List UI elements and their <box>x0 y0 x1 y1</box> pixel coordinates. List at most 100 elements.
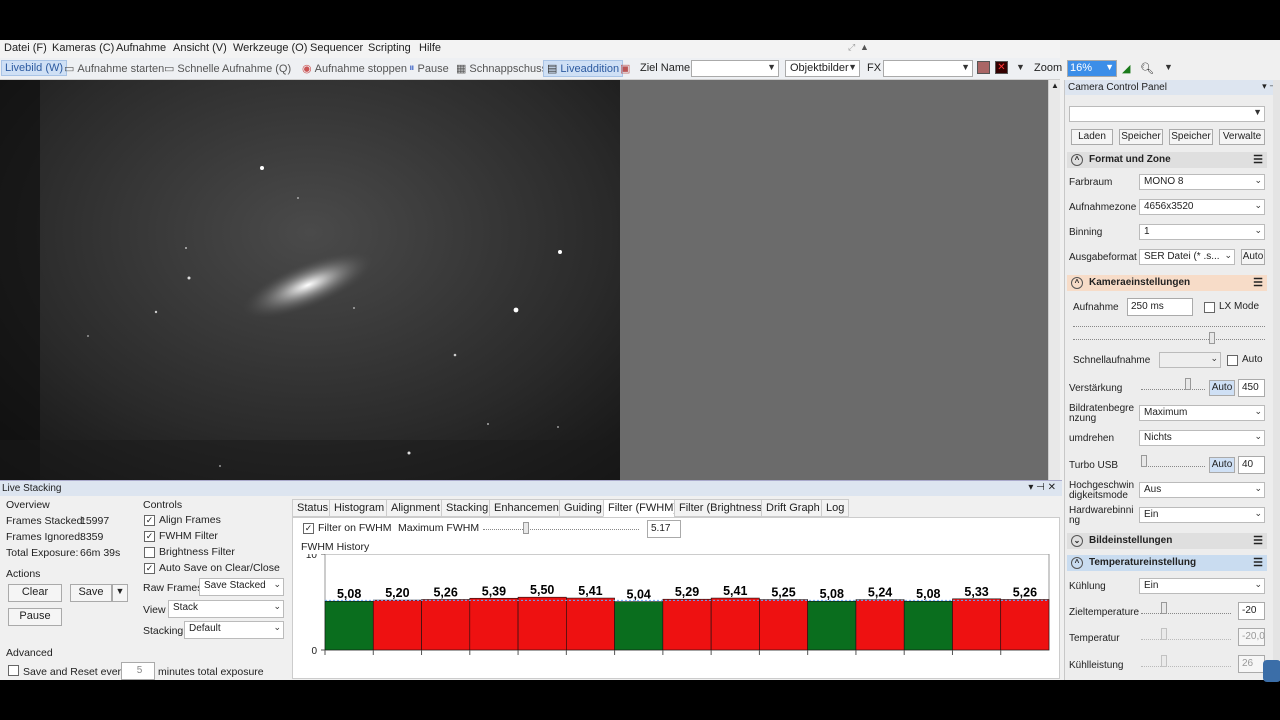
menu-ansicht[interactable]: Ansicht (V) <box>173 42 227 54</box>
menu-icon[interactable]: ☰ <box>1253 534 1263 547</box>
view-select[interactable]: Stack ⌄ <box>168 600 284 618</box>
menu-werkzeuge[interactable]: Werkzeuge (O) <box>233 42 307 54</box>
aufnahme-input[interactable]: 250 ms <box>1127 298 1193 316</box>
laden-button[interactable]: Laden <box>1071 129 1113 145</box>
speicher-button[interactable]: Speicher <box>1119 129 1163 145</box>
menu-scripting[interactable]: Scripting <box>368 42 411 54</box>
chevron-down-icon[interactable]: ⌄ <box>1224 250 1232 261</box>
hardwarebinning-select[interactable]: Ein ⌄ <box>1139 507 1265 523</box>
brightness-filter-checkbox[interactable] <box>144 547 155 558</box>
schnelle-aufnahme-button[interactable]: ▭ Schnelle Aufnahme (Q) ⌄ <box>164 62 310 76</box>
chevron-down-icon[interactable]: ⌄ <box>1254 200 1262 211</box>
verwalte-button[interactable]: Verwalte <box>1219 129 1265 145</box>
panel-scrollbar[interactable] <box>1273 80 1280 680</box>
aufnahme-slider-coarse[interactable] <box>1073 317 1265 327</box>
lx-mode-checkbox[interactable] <box>1204 302 1215 313</box>
tab-filter-fwhm[interactable]: Filter (FWHM) <box>603 499 683 517</box>
tab-histogram[interactable]: Histogram <box>329 499 390 517</box>
color-swatch-icon[interactable] <box>977 61 990 74</box>
menu-sequencer[interactable]: Sequencer <box>310 42 363 54</box>
ausgabe-auto-button[interactable]: Auto <box>1241 249 1265 265</box>
raw-frames-select[interactable]: Save Stacked ⌄ <box>199 578 284 596</box>
tab-filter-brightness[interactable]: Filter (Brightness) <box>674 499 771 517</box>
chevron-down-icon[interactable]: ⌄ <box>1254 579 1262 590</box>
hochgeschwindigkeit-select[interactable]: Aus ⌄ <box>1139 482 1265 498</box>
histogram-icon[interactable]: ◢ <box>1122 62 1130 75</box>
menu-icon[interactable]: ☰ <box>1253 153 1263 166</box>
livebild-button[interactable]: Livebild (W) <box>1 60 68 76</box>
menu-aufnahme[interactable]: Aufnahme <box>116 42 166 54</box>
umdrehen-select[interactable]: Nichts ⌄ <box>1139 430 1265 446</box>
clear-button[interactable]: Clear <box>8 584 62 602</box>
schnellaufnahme-select[interactable]: ⌄ <box>1159 352 1221 368</box>
chevron-down-icon[interactable]: ▼ <box>1253 107 1262 117</box>
viewer-scrollbar[interactable]: ▲ ▼ <box>1048 80 1060 516</box>
chevron-up-icon[interactable]: ▲ <box>1051 81 1059 90</box>
menu-hilfe[interactable]: Hilfe <box>419 42 441 54</box>
stacking-select[interactable]: Default ⌄ <box>184 621 284 639</box>
tab-enhancement[interactable]: Enhancement <box>489 499 567 517</box>
close-icon[interactable]: ▾ ⊣ ✕ <box>1028 482 1056 493</box>
chevron-down-icon[interactable]: ▼ <box>1016 62 1025 72</box>
slider-thumb[interactable] <box>523 522 529 534</box>
tab-stacking[interactable]: Stacking <box>441 499 494 517</box>
verstaerkung-auto-button[interactable]: Auto <box>1209 380 1235 396</box>
menu-datei[interactable]: Datei (F) <box>4 42 47 54</box>
magnifier-icon[interactable]: 🔍︎ <box>1140 62 1154 75</box>
farbraum-select[interactable]: MONO 8 ⌄ <box>1139 174 1265 190</box>
chevron-down-icon[interactable]: ▼ <box>848 62 857 72</box>
aufnahme-stoppen-button[interactable]: ◉ Aufnahme stoppen <box>302 62 407 76</box>
chevron-down-icon[interactable]: ⌄ <box>273 622 281 633</box>
fwhm-filter-checkbox[interactable]: ✓ <box>144 531 155 542</box>
aufnahmezone-select[interactable]: 4656x3520 ⌄ <box>1139 199 1265 215</box>
chevron-down-icon[interactable]: ⌄ <box>1210 353 1218 364</box>
zieltemperatur-slider[interactable] <box>1141 602 1231 614</box>
fx-input[interactable]: ▼ <box>883 60 973 77</box>
max-fwhm-input[interactable]: 5.17 <box>647 520 681 538</box>
turbo-usb-input[interactable]: 40 <box>1238 456 1265 474</box>
zoom-select[interactable]: 16% ▼ <box>1067 60 1117 77</box>
kamera-section-header[interactable]: ^ Kameraeinstellungen ☰ <box>1067 275 1267 291</box>
chevron-down-icon[interactable]: ⌄ <box>1254 406 1262 417</box>
save-button[interactable]: Save <box>70 584 112 602</box>
verstaerkung-slider[interactable] <box>1141 378 1205 390</box>
save-reset-checkbox[interactable] <box>8 665 19 676</box>
chevron-down-icon[interactable]: ⌄ <box>273 579 281 590</box>
image-viewer[interactable] <box>0 80 620 516</box>
chevron-down-icon[interactable]: ⌄ <box>1254 508 1262 519</box>
chevron-down-icon[interactable]: ⌄ <box>1254 175 1262 186</box>
bildratenbegrenzung-select[interactable]: Maximum ⌄ <box>1139 405 1265 421</box>
chevron-down-icon[interactable]: ▼ <box>1164 62 1173 72</box>
chevron-down-icon[interactable]: ▼ <box>767 62 776 72</box>
chevron-down-icon[interactable]: ⌄ <box>1254 225 1262 236</box>
turbo-auto-button[interactable]: Auto <box>1209 457 1235 473</box>
slider-thumb[interactable] <box>1209 332 1215 344</box>
chevron-down-icon[interactable]: ▼ <box>1105 62 1114 72</box>
kuehlung-select[interactable]: Ein ⌄ <box>1139 578 1265 594</box>
temp-section-header[interactable]: ^ Temperatureinstellung ☰ <box>1067 555 1267 571</box>
slider-thumb[interactable] <box>1185 378 1191 390</box>
auto-save-checkbox[interactable]: ✓ <box>144 563 155 574</box>
schnappschuss-button[interactable]: ▦ Schnappschuss <box>456 62 547 76</box>
save-dropdown-button[interactable]: ▼ <box>112 584 128 602</box>
restore-icon[interactable]: ⤢ <box>848 42 855 53</box>
turbo-usb-slider[interactable] <box>1141 455 1205 467</box>
slider-thumb[interactable] <box>1161 602 1167 614</box>
chevron-down-icon[interactable]: ⌄ <box>1254 483 1262 494</box>
collapse-icon[interactable]: ^ <box>1071 557 1083 569</box>
chevron-down-icon[interactable]: ⌄ <box>273 601 281 612</box>
pause-button[interactable]: ⏸ Pause <box>409 62 449 75</box>
max-fwhm-slider[interactable] <box>483 520 639 534</box>
tab-guiding[interactable]: Guiding <box>559 499 607 517</box>
menu-kameras[interactable]: Kameras (C) <box>52 42 114 54</box>
aufnahme-slider-fine[interactable] <box>1073 330 1265 344</box>
binning-select[interactable]: 1 ⌄ <box>1139 224 1265 240</box>
menu-icon[interactable]: ☰ <box>1253 556 1263 569</box>
tab-log[interactable]: Log <box>821 499 850 517</box>
collapse-icon[interactable]: ^ <box>1071 277 1083 289</box>
filter-on-fwhm-checkbox[interactable]: ✓ <box>303 523 314 534</box>
menu-icon[interactable]: ☰ <box>1253 276 1263 289</box>
tab-drift-graph[interactable]: Drift Graph <box>761 499 825 517</box>
slider-thumb[interactable] <box>1141 455 1147 467</box>
collapse-icon[interactable]: ^ <box>1071 154 1083 166</box>
